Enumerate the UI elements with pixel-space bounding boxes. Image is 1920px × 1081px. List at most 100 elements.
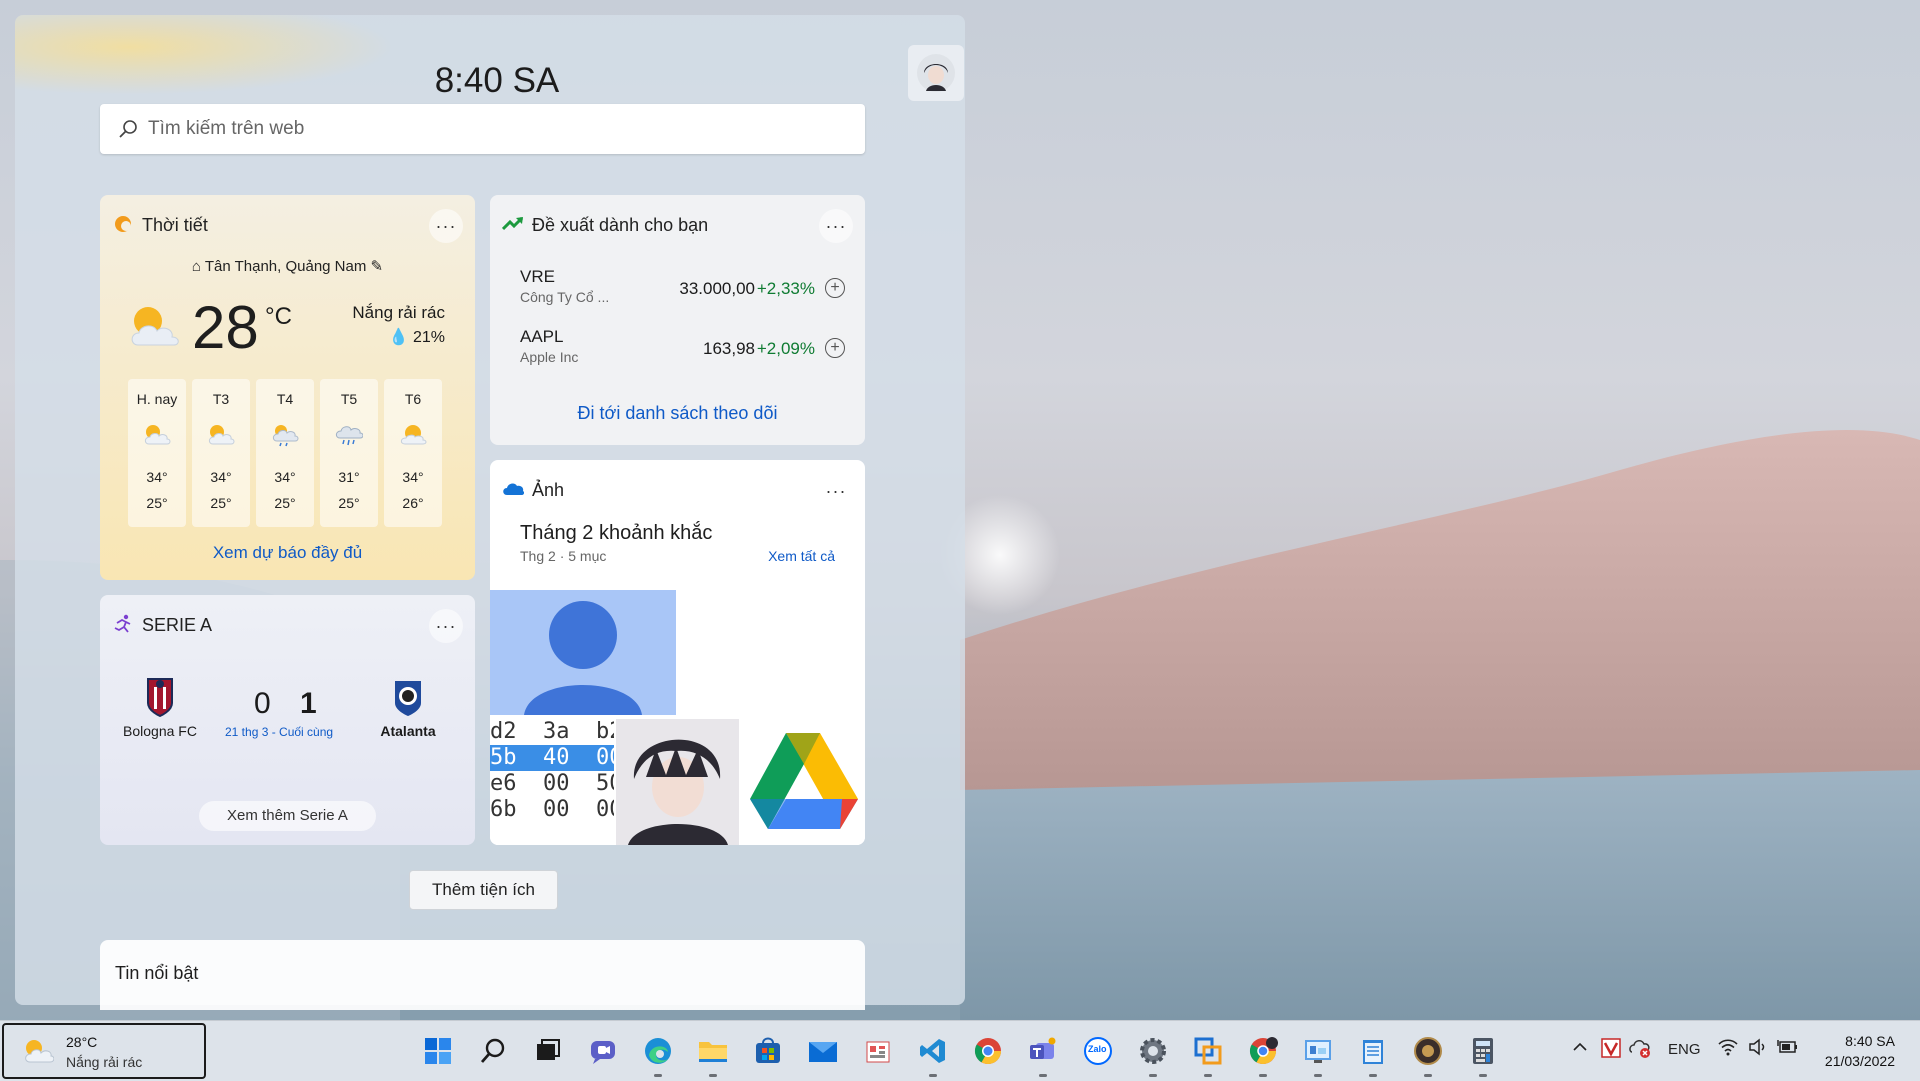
task-view-icon[interactable] [528,1031,568,1071]
wifi-icon[interactable] [1718,1038,1738,1060]
teams-icon[interactable] [1023,1031,1063,1077]
store-icon[interactable] [748,1031,788,1071]
top-stories-widget[interactable]: Tin nổi bật [100,940,865,1010]
edge-icon[interactable] [638,1031,678,1077]
taskbar: 28°C Nắng rải rác Zalo ENG 8:40 SA 21/03… [0,1020,1920,1081]
avatar-icon [917,54,955,92]
hex-line: 5b 40 00 [490,745,614,771]
hex-line: d2 3a b2 [490,719,614,744]
panel-time: 8:40 SA [434,61,560,100]
stock-change: +2,09% [756,339,815,358]
volume-icon[interactable] [1748,1038,1768,1060]
taskbar-weather-condition: Nắng rải rác [66,1054,143,1070]
file-explorer-icon[interactable] [693,1031,733,1077]
battery-icon[interactable] [1776,1038,1798,1060]
home-team-name[interactable]: Bologna FC [120,723,200,739]
more-serie-a-button[interactable]: Xem thêm Serie A [199,801,376,831]
match-date[interactable]: 21 thg 3 - Cuối cùng [225,725,333,739]
see-all-link[interactable]: Xem tất cả [768,548,835,564]
chrome-profile-icon[interactable] [1243,1031,1283,1077]
current-temperature: 28 [192,294,259,361]
weather-widget[interactable]: Thời tiết ··· ⌂ Tân Thạnh, Quảng Nam ✎ 2… [100,195,475,580]
stock-price: 33.000,00 [679,279,755,298]
bologna-crest-icon[interactable] [146,677,174,717]
atalanta-crest-icon[interactable] [393,679,423,717]
clock-time: 8:40 SA [1845,1033,1895,1049]
search-input[interactable]: Tìm kiếm trên web [148,118,304,140]
search-icon [119,120,137,138]
serie-a-widget[interactable]: SERIE A ··· Bologna FC 0 1 21 thg 3 - Cu… [100,595,475,845]
vscode-icon[interactable] [913,1031,953,1077]
notepad-icon[interactable] [1353,1031,1393,1077]
taskbar-weather-temp: 28°C [66,1034,98,1050]
partly-sunny-icon [400,425,427,445]
calculator-icon[interactable] [1463,1031,1503,1077]
windows-start-icon[interactable] [418,1031,458,1071]
mail-icon[interactable] [803,1031,843,1071]
search-icon[interactable] [473,1031,513,1071]
partly-sunny-icon [131,307,179,346]
stocks-more-button[interactable]: ··· [819,209,853,243]
add-stock-icon[interactable]: + [825,338,845,358]
taskbar-apps: Zalo [418,1031,1503,1077]
web-search-box[interactable]: Tìm kiếm trên web [100,104,865,154]
stocks-widget[interactable]: Đề xuất dành cho bạn ··· VRE Công Ty Cổ … [490,195,865,445]
taskbar-weather-button[interactable]: 28°C Nắng rải rác [2,1023,206,1079]
add-stock-icon[interactable]: + [825,278,845,298]
game-icon[interactable] [1408,1031,1448,1077]
forecast-day[interactable]: T5 31° 25° [320,379,378,527]
weather-humidity: 💧 21% [388,329,445,346]
running-person-icon [112,613,134,635]
album-title: Tháng 2 khoảnh khắc [520,522,713,544]
top-stories-title: Tin nổi bật [115,963,199,983]
watchlist-link[interactable]: Đi tới danh sách theo dõi [490,403,865,424]
hex-line: 6b 00 00 [490,797,614,822]
stock-row[interactable]: VRE Công Ty Cổ ... 33.000,00 +2,33% + [520,267,845,315]
rain-cloud-icon [335,426,363,446]
photo-thumbnail-anime[interactable] [616,719,739,845]
profile-avatar[interactable] [908,45,964,101]
chrome-icon[interactable] [968,1031,1008,1071]
forecast-day[interactable]: T6 34° 26° [384,379,442,527]
virtualbox-icon[interactable] [1188,1031,1228,1077]
serie-a-title: SERIE A [142,615,213,635]
photo-thumbnail-hex[interactable]: d2 3a b2 5b 40 00 e6 00 50 6b 00 00 [490,719,614,845]
paint-icon[interactable] [1298,1031,1338,1077]
app-icon[interactable] [858,1031,898,1071]
add-widget-button[interactable]: Thêm tiện ích [409,870,558,910]
stock-symbol: VRE [520,267,555,286]
photos-widget[interactable]: Ảnh ··· Tháng 2 khoảnh khắc Thg 2 · 5 mụ… [490,460,865,845]
serie-more-button[interactable]: ··· [429,609,463,643]
hex-line: e6 00 50 [490,771,614,796]
edit-pencil-icon[interactable]: ✎ [371,258,384,275]
network-error-icon[interactable] [1629,1038,1651,1062]
forecast-day[interactable]: T4 34° 25° [256,379,314,527]
photo-thumbnail-person[interactable] [490,590,676,715]
stock-row[interactable]: AAPL Apple Inc 163,98 +2,09% + [520,327,845,375]
weather-location[interactable]: ⌂ Tân Thạnh, Quảng Nam ✎ [100,257,475,275]
google-drive-icon[interactable] [742,719,865,845]
weather-more-button[interactable]: ··· [429,209,463,243]
away-team-name[interactable]: Atalanta [375,723,441,739]
chevron-up-icon[interactable] [1572,1039,1588,1059]
input-language[interactable]: ENG [1668,1041,1701,1058]
taskbar-clock[interactable]: 8:40 SA 21/03/2022 [1825,1031,1895,1071]
forecast-day[interactable]: H. nay 34° 25° [128,379,186,527]
settings-icon[interactable] [1133,1031,1173,1077]
weather-sun-icon [112,213,134,235]
temperature-unit[interactable]: °C [265,303,292,331]
partly-sunny-icon [144,425,171,445]
weather-condition: Nắng rải rác [352,303,445,322]
full-forecast-link[interactable]: Xem dự báo đầy đủ [100,543,475,563]
chat-icon[interactable] [583,1031,623,1071]
stock-name: Apple Inc [520,349,579,365]
stocks-title: Đề xuất dành cho bạn [532,215,709,235]
partly-sunny-icon [25,1040,54,1063]
location-name: Tân Thạnh, Quảng Nam [204,258,367,275]
zalo-icon[interactable]: Zalo [1078,1031,1118,1071]
stock-price: 163,98 [703,339,755,358]
stock-trend-icon [502,213,524,235]
antivirus-icon[interactable] [1601,1038,1621,1062]
forecast-day[interactable]: T3 34° 25° [192,379,250,527]
photos-more-button[interactable]: ··· [819,474,853,508]
